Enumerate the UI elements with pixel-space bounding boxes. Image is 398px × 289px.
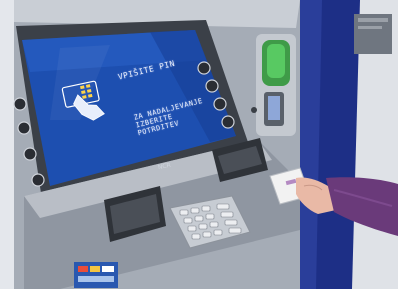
left-function-key-4[interactable]: [31, 173, 45, 187]
keypad-key[interactable]: [205, 213, 215, 220]
atm-photo: [0, 0, 398, 289]
keypad-key[interactable]: [228, 227, 242, 234]
keypad-key[interactable]: [190, 207, 200, 214]
keypad-key[interactable]: [187, 225, 197, 232]
right-function-key-3[interactable]: [213, 97, 227, 111]
keypad-key[interactable]: [220, 211, 234, 218]
right-function-key-2[interactable]: [205, 79, 219, 93]
keypad-key[interactable]: [224, 219, 238, 226]
left-function-key-3[interactable]: [23, 147, 37, 161]
keypad-key[interactable]: [191, 233, 201, 240]
keypad-key[interactable]: [179, 209, 189, 216]
keypad-key[interactable]: [202, 231, 212, 238]
payment-logos-sticker: [74, 262, 118, 288]
keypad-key[interactable]: [194, 215, 204, 222]
keypad-key[interactable]: [216, 203, 230, 210]
keypad-key[interactable]: [183, 217, 193, 224]
left-function-key-2[interactable]: [17, 121, 31, 135]
right-function-key-4[interactable]: [221, 115, 235, 129]
right-function-key-1[interactable]: [197, 61, 211, 75]
keypad-key[interactable]: [198, 223, 208, 230]
left-function-key-1[interactable]: [13, 97, 27, 111]
keypad-key[interactable]: [213, 229, 223, 236]
keypad-key[interactable]: [201, 205, 211, 212]
keypad-key[interactable]: [209, 221, 219, 228]
